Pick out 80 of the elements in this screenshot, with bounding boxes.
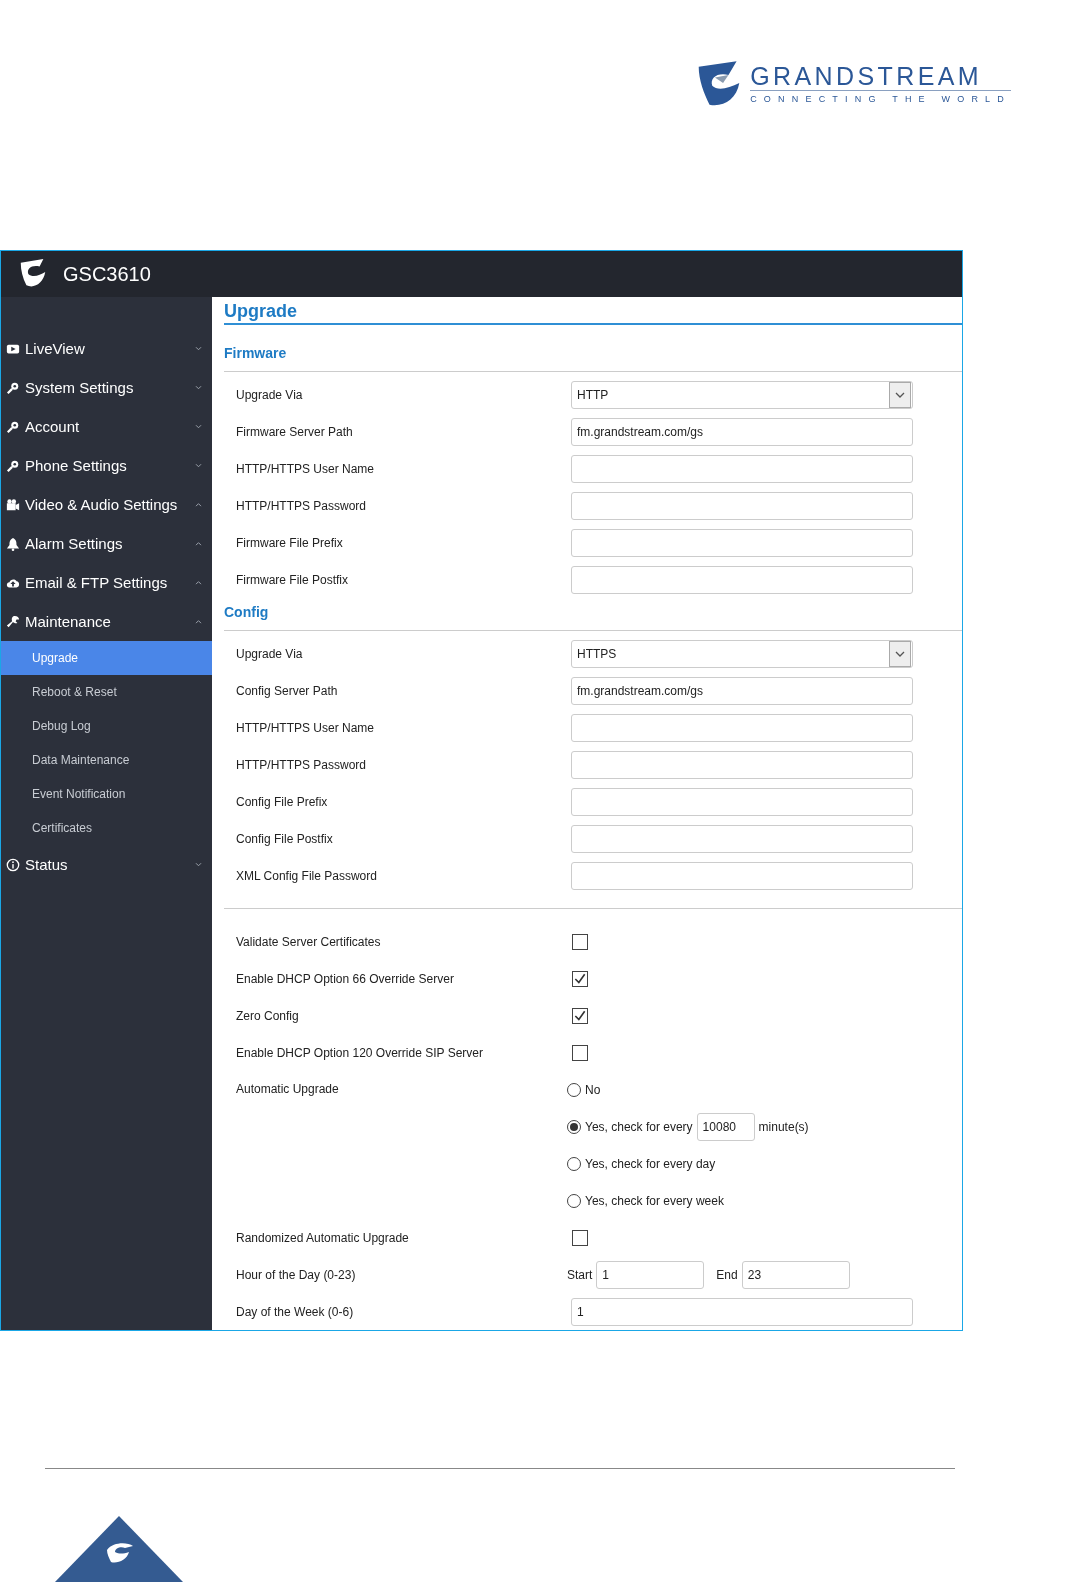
input-field[interactable] — [571, 713, 913, 742]
nav-subitem[interactable]: Data Maintenance — [1, 743, 212, 777]
input-field[interactable] — [571, 491, 913, 520]
nav-subitem[interactable]: Upgrade — [1, 641, 212, 675]
nav-item[interactable]: LiveView — [1, 329, 212, 368]
chevron-down-icon — [895, 650, 905, 657]
input-field[interactable]: fm.grandstream.com/gs — [571, 417, 913, 446]
input-field[interactable]: 10080 — [696, 1112, 755, 1141]
input-field[interactable]: 1 — [571, 1297, 913, 1326]
nav-item[interactable]: Account — [1, 407, 212, 446]
input-field[interactable] — [571, 528, 913, 557]
key-icon — [6, 419, 20, 434]
input-field[interactable] — [571, 565, 913, 594]
page-title: Upgrade — [224, 297, 962, 325]
nav-item[interactable]: System Settings — [1, 368, 212, 407]
field-label: Config File Prefix — [236, 794, 329, 809]
section-title: Firmware — [224, 325, 962, 372]
field-label: HTTP/HTTPS Password — [236, 498, 368, 513]
nav-subitem[interactable]: Reboot & Reset — [1, 675, 212, 709]
option-label: No — [585, 1082, 601, 1097]
nav-item[interactable]: Email & FTP Settings — [1, 563, 212, 602]
checkbox[interactable] — [572, 1007, 588, 1024]
input-field[interactable] — [571, 750, 913, 779]
field-label: Enable DHCP Option 120 Override SIP Server — [236, 1045, 484, 1060]
section-title: Config — [224, 598, 962, 631]
field-label: Randomized Automatic Upgrade — [236, 1230, 410, 1245]
input-field[interactable]: 23 — [741, 1260, 850, 1289]
camera-icon — [6, 497, 20, 512]
start-label: Start — [567, 1267, 593, 1282]
nav-item[interactable]: Status — [1, 845, 212, 884]
checkbox[interactable] — [572, 1229, 588, 1246]
nav-item[interactable]: Phone Settings — [1, 446, 212, 485]
field-label: HTTP/HTTPS User Name — [236, 720, 375, 735]
input-field[interactable] — [571, 824, 913, 853]
input-field[interactable] — [571, 454, 913, 483]
field-label: Zero Config — [236, 1008, 300, 1023]
dropdown[interactable]: HTTP — [571, 380, 913, 409]
option-label: Yes, check for every — [585, 1119, 693, 1134]
info-icon — [6, 857, 20, 872]
dropdown[interactable]: HTTPS — [571, 639, 913, 668]
field-label: Config Server Path — [236, 683, 339, 698]
app-title: GSC3610 — [63, 262, 151, 286]
field-label: Day of the Week (0-6) — [236, 1304, 355, 1319]
nav-item[interactable]: Video & Audio Settings — [1, 485, 212, 524]
nav-subitem[interactable]: Debug Log — [1, 709, 212, 743]
field-label: Validate Server Certificates — [236, 934, 382, 949]
option-label: Yes, check for every day — [585, 1156, 716, 1171]
end-label: End — [716, 1267, 738, 1282]
option-label: Yes, check for every week — [585, 1193, 724, 1208]
field-label: HTTP/HTTPS Password — [236, 757, 368, 772]
field-label: Config File Postfix — [236, 831, 334, 846]
field-label: Upgrade Via — [236, 646, 304, 661]
wrench-icon — [6, 614, 20, 629]
brand-name: GRANDSTREAM — [750, 62, 983, 90]
input-field[interactable]: 1 — [596, 1260, 705, 1289]
field-label: HTTP/HTTPS User Name — [236, 461, 375, 476]
checkbox[interactable] — [572, 970, 588, 987]
unit-label: minute(s) — [758, 1119, 809, 1134]
field-label: XML Config File Password — [236, 868, 378, 883]
brand-tagline: CONNECTING THE WORLD — [750, 90, 1011, 104]
checkbox[interactable] — [572, 1044, 588, 1061]
key-icon — [6, 380, 20, 395]
input-field[interactable] — [571, 787, 913, 816]
key-icon — [6, 458, 20, 473]
nav-item[interactable]: Maintenance — [1, 602, 212, 641]
field-label: Automatic Upgrade — [236, 1081, 340, 1096]
field-label: Enable DHCP Option 66 Override Server — [236, 971, 455, 986]
chevron-down-icon — [895, 391, 905, 398]
checkbox[interactable] — [572, 933, 588, 950]
bell-icon — [6, 536, 20, 551]
nav-item[interactable]: Alarm Settings — [1, 524, 212, 563]
input-field[interactable]: fm.grandstream.com/gs — [571, 676, 913, 705]
field-label: Firmware File Postfix — [236, 572, 349, 587]
field-label: Firmware Server Path — [236, 424, 354, 439]
logo-icon — [55, 1516, 183, 1582]
field-label: Upgrade Via — [236, 387, 304, 402]
nav-subitem[interactable]: Certificates — [1, 811, 212, 845]
field-label: Firmware File Prefix — [236, 535, 344, 550]
nav-subitem[interactable]: Event Notification — [1, 777, 212, 811]
input-field[interactable] — [571, 861, 913, 890]
